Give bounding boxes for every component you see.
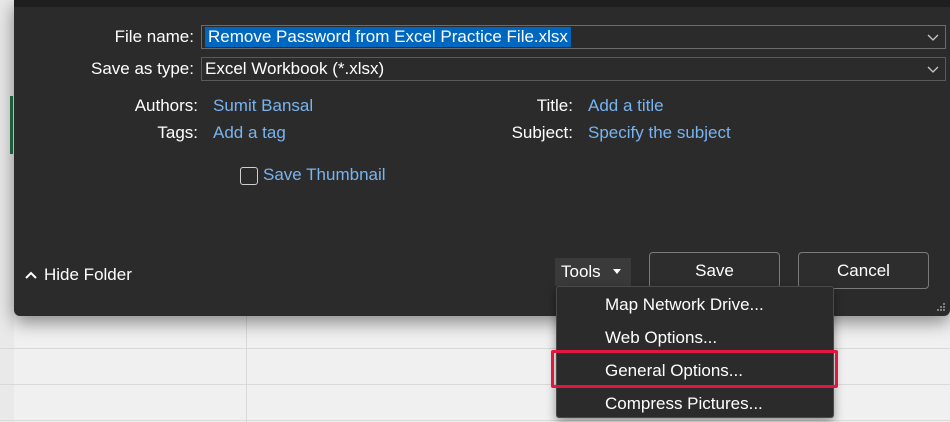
authors-value[interactable]: Sumit Bansal <box>213 96 313 116</box>
title-value[interactable]: Add a title <box>588 96 664 116</box>
save-thumbnail-label[interactable]: Save Thumbnail <box>263 165 386 185</box>
title-label: Title: <box>536 96 573 115</box>
dialog-top-strip <box>14 0 950 7</box>
menu-item-map-network-drive[interactable]: Map Network Drive... <box>557 288 833 321</box>
chevron-down-icon[interactable] <box>927 28 939 46</box>
save-as-type-select[interactable]: Excel Workbook (*.xlsx) <box>201 57 946 81</box>
save-as-type-label: Save as type: <box>90 59 194 78</box>
tools-button[interactable]: Tools <box>555 258 631 286</box>
chevron-up-icon <box>25 271 37 279</box>
cancel-button[interactable]: Cancel <box>798 252 929 289</box>
grid-line <box>0 420 950 421</box>
save-thumbnail-checkbox[interactable] <box>240 167 258 185</box>
save-as-dialog: File name: Remove Password from Excel Pr… <box>14 0 950 316</box>
subject-label: Subject: <box>511 123 573 142</box>
row-header-strip <box>0 0 14 422</box>
file-name-field[interactable]: Remove Password from Excel Practice File… <box>201 25 946 49</box>
file-name-value[interactable]: Remove Password from Excel Practice File… <box>205 27 571 47</box>
menu-item-compress-pictures[interactable]: Compress Pictures... <box>557 387 833 420</box>
subject-value[interactable]: Specify the subject <box>588 123 731 143</box>
hide-folders-label: Hide Folder <box>44 265 132 284</box>
tags-value[interactable]: Add a tag <box>213 123 286 143</box>
save-as-type-value: Excel Workbook (*.xlsx) <box>205 59 385 78</box>
caret-down-icon <box>613 269 621 274</box>
active-cell-marker <box>10 96 13 154</box>
hide-folders-button[interactable]: Hide Folder <box>24 265 132 285</box>
save-button[interactable]: Save <box>649 252 780 289</box>
tools-label: Tools <box>561 262 601 281</box>
resize-grip-icon[interactable] <box>936 302 946 312</box>
general-options-highlight-box <box>551 350 838 388</box>
chevron-down-icon[interactable] <box>927 60 939 78</box>
file-name-label: File name: <box>114 27 194 46</box>
authors-label: Authors: <box>134 96 198 115</box>
tags-label: Tags: <box>157 123 198 142</box>
